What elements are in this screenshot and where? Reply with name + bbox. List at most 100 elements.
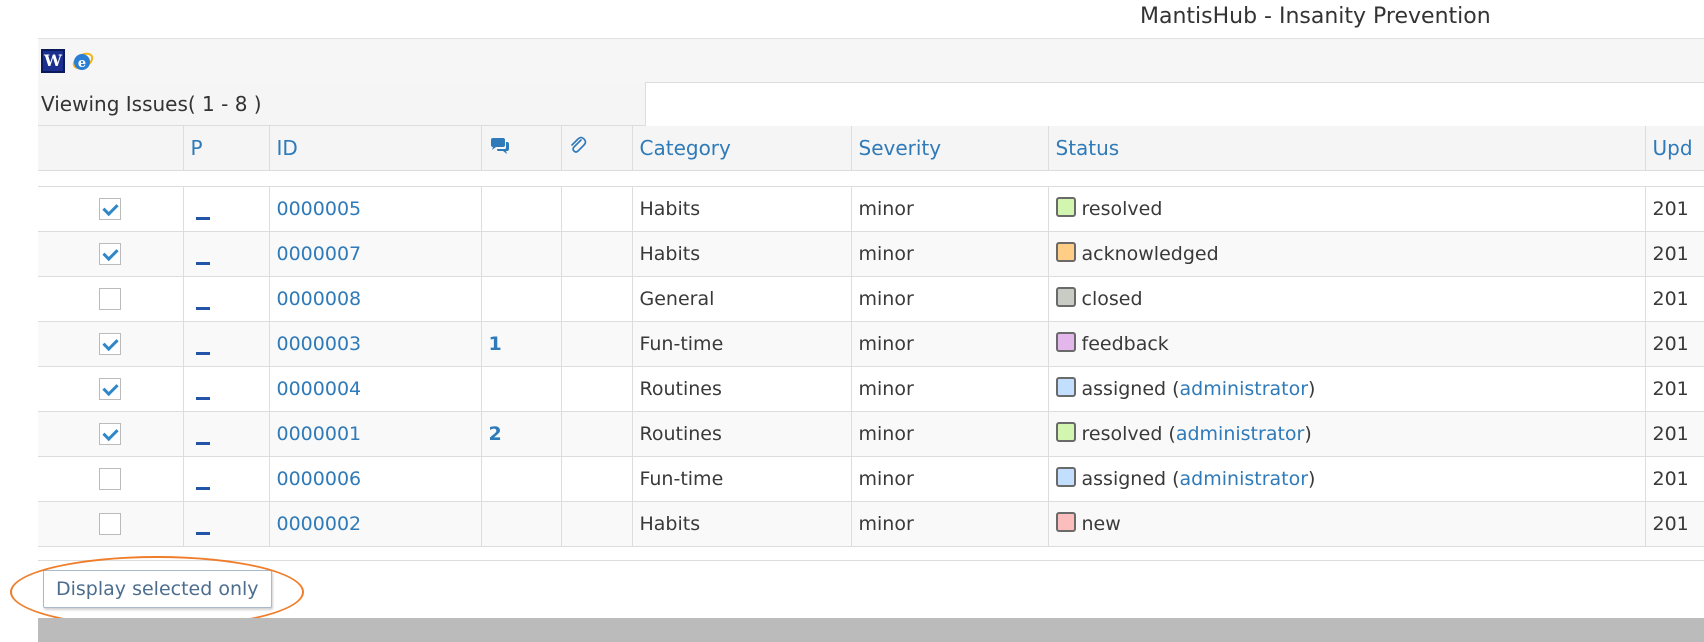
page: MantisHub - Insanity Prevention W e View… bbox=[0, 0, 1704, 642]
id-cell: 0000001 bbox=[269, 411, 482, 457]
severity-sort-link[interactable]: Severity bbox=[859, 136, 942, 160]
row-select-checkbox[interactable] bbox=[99, 422, 122, 445]
priority-cell bbox=[183, 366, 270, 412]
table-row: 0000002 Habits minor new 201 bbox=[38, 501, 1704, 547]
priority-cell bbox=[183, 231, 270, 277]
table-footer-area bbox=[38, 560, 1704, 619]
priority-normal-icon bbox=[195, 486, 210, 490]
updated-cell: 201 bbox=[1645, 411, 1704, 457]
priority-normal-icon bbox=[195, 396, 210, 400]
status-cell: new bbox=[1048, 501, 1646, 547]
priority-cell bbox=[183, 321, 270, 367]
issue-id-link[interactable]: 0000007 bbox=[277, 243, 362, 265]
category-sort-link[interactable]: Category bbox=[640, 136, 731, 160]
row-select-checkbox[interactable] bbox=[99, 287, 122, 310]
column-header-attachments[interactable] bbox=[561, 126, 633, 171]
table-row: 0000006 Fun-time minor assigned (administra… bbox=[38, 456, 1704, 502]
table-header-row: P ID Category Severity Status Upd bbox=[38, 126, 1704, 171]
select-cell bbox=[38, 456, 184, 502]
column-header-status[interactable]: Status bbox=[1048, 126, 1646, 171]
word-export-icon[interactable]: W bbox=[41, 49, 65, 73]
ie-export-icon[interactable]: e bbox=[70, 49, 94, 73]
issue-id-link[interactable]: 0000003 bbox=[277, 333, 362, 355]
id-cell: 0000002 bbox=[269, 501, 482, 547]
issues-table: P ID Category Severity Status Upd 000000… bbox=[38, 126, 1704, 547]
attachments-cell bbox=[561, 276, 633, 322]
table-row: 0000001 2 Routines minor resolved (administr… bbox=[38, 411, 1704, 457]
handler-link[interactable]: administrator bbox=[1176, 423, 1305, 445]
category-cell: Fun-time bbox=[632, 456, 852, 502]
row-select-checkbox[interactable] bbox=[99, 197, 122, 220]
attachments-cell bbox=[561, 411, 633, 457]
notes-cell bbox=[481, 231, 562, 277]
handler-link[interactable]: administrator bbox=[1180, 468, 1309, 490]
category-cell: Routines bbox=[632, 366, 852, 412]
priority-normal-icon bbox=[195, 531, 210, 535]
priority-sort-link[interactable]: P bbox=[191, 136, 203, 160]
id-cell: 0000003 bbox=[269, 321, 482, 367]
column-header-severity[interactable]: Severity bbox=[851, 126, 1049, 171]
issue-id-link[interactable]: 0000005 bbox=[277, 198, 362, 220]
id-cell: 0000005 bbox=[269, 186, 482, 232]
paperclip-icon[interactable] bbox=[569, 135, 587, 155]
severity-cell: minor bbox=[851, 366, 1049, 412]
row-select-checkbox[interactable] bbox=[99, 512, 122, 535]
column-header-category[interactable]: Category bbox=[632, 126, 852, 171]
export-toolbar: W e bbox=[38, 39, 1704, 83]
table-row: 0000007 Habits minor acknowledged 201 bbox=[38, 231, 1704, 277]
status-cell: acknowledged bbox=[1048, 231, 1646, 277]
table-spacer-cell bbox=[38, 170, 1704, 187]
notes-cell bbox=[481, 186, 562, 232]
id-cell: 0000007 bbox=[269, 231, 482, 277]
row-select-checkbox[interactable] bbox=[99, 377, 122, 400]
severity-cell: minor bbox=[851, 321, 1049, 367]
category-cell: Habits bbox=[632, 501, 852, 547]
category-cell: Fun-time bbox=[632, 321, 852, 367]
priority-normal-icon bbox=[195, 441, 210, 445]
note-count-link[interactable]: 2 bbox=[489, 423, 502, 445]
status-cell: feedback bbox=[1048, 321, 1646, 367]
issue-id-link[interactable]: 0000008 bbox=[277, 288, 362, 310]
severity-cell: minor bbox=[851, 276, 1049, 322]
column-header-priority[interactable]: P bbox=[183, 126, 270, 171]
status-label: resolved bbox=[1081, 198, 1163, 220]
priority-normal-icon bbox=[195, 306, 210, 310]
handler-link[interactable]: administrator bbox=[1180, 378, 1309, 400]
display-selected-only-button[interactable]: Display selected only bbox=[43, 570, 272, 608]
comments-icon[interactable] bbox=[489, 137, 511, 155]
id-cell: 0000004 bbox=[269, 366, 482, 412]
updated-sort-link[interactable]: Upd bbox=[1653, 136, 1693, 160]
status-cell: resolved (administrator) bbox=[1048, 411, 1646, 457]
note-count-link[interactable]: 1 bbox=[489, 333, 502, 355]
column-header-updated[interactable]: Upd bbox=[1645, 126, 1704, 171]
category-cell: Habits bbox=[632, 186, 852, 232]
id-sort-link[interactable]: ID bbox=[277, 136, 298, 160]
status-sort-link[interactable]: Status bbox=[1056, 136, 1120, 160]
priority-normal-icon bbox=[195, 261, 210, 265]
select-cell bbox=[38, 366, 184, 412]
row-select-checkbox[interactable] bbox=[99, 467, 122, 490]
notes-cell bbox=[481, 276, 562, 322]
column-header-notes[interactable] bbox=[481, 126, 562, 171]
issue-id-link[interactable]: 0000006 bbox=[277, 468, 362, 490]
attachments-cell bbox=[561, 321, 633, 367]
status-label: assigned bbox=[1081, 378, 1167, 400]
id-cell: 0000008 bbox=[269, 276, 482, 322]
column-header-id[interactable]: ID bbox=[269, 126, 482, 171]
issue-id-link[interactable]: 0000001 bbox=[277, 423, 362, 445]
row-select-checkbox[interactable] bbox=[99, 242, 122, 265]
table-row: 0000004 Routines minor assigned (administra… bbox=[38, 366, 1704, 412]
row-select-checkbox[interactable] bbox=[99, 332, 122, 355]
notes-cell bbox=[481, 366, 562, 412]
status-color-swatch bbox=[1055, 287, 1076, 307]
status-color-swatch bbox=[1055, 242, 1076, 262]
issues-table-body: 0000005 Habits minor resolved 201 0000007 Habi… bbox=[38, 170, 1704, 547]
status-cell: assigned (administrator) bbox=[1048, 366, 1646, 412]
priority-normal-icon bbox=[195, 351, 210, 355]
issue-id-link[interactable]: 0000004 bbox=[277, 378, 362, 400]
updated-cell: 201 bbox=[1645, 501, 1704, 547]
issue-id-link[interactable]: 0000002 bbox=[277, 513, 362, 535]
attachments-cell bbox=[561, 231, 633, 277]
severity-cell: minor bbox=[851, 501, 1049, 547]
severity-cell: minor bbox=[851, 456, 1049, 502]
